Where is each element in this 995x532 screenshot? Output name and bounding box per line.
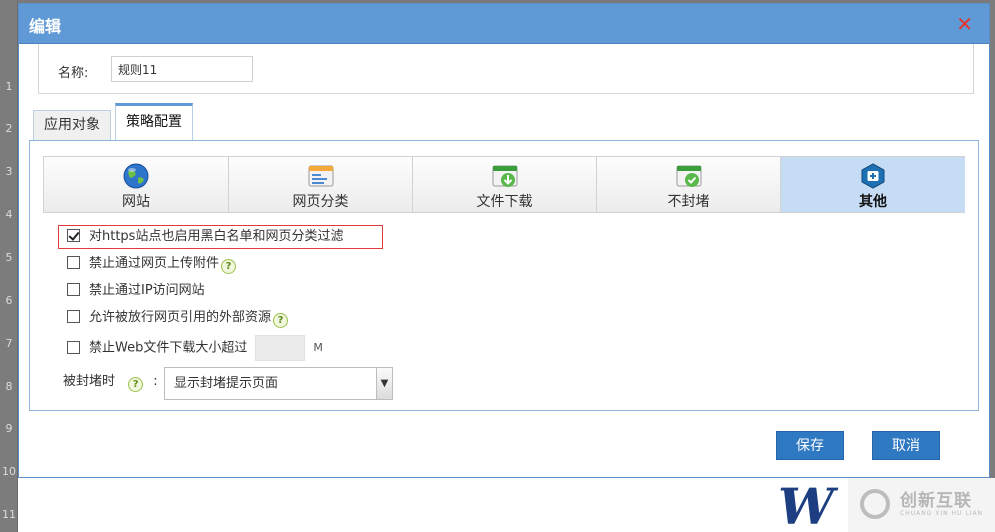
option-https-filter-checkbox[interactable] — [67, 229, 80, 242]
background-page-right-edge — [990, 0, 995, 532]
row-number: 7 — [5, 337, 13, 350]
chevron-down-icon[interactable]: ▼ — [376, 368, 392, 399]
globe-icon — [123, 163, 149, 189]
category-website[interactable]: 网站 — [44, 157, 229, 212]
category-file-download-label: 文件下载 — [476, 194, 533, 210]
row-number: 10 — [2, 465, 16, 478]
option-block-upload: 禁止通过网页上传附件? — [67, 253, 237, 275]
help-icon[interactable]: ? — [128, 377, 144, 392]
row-number: 11 — [2, 508, 16, 521]
watermark-brand: 创新互联 — [900, 491, 972, 511]
option-block-ip-access-checkbox[interactable] — [67, 283, 80, 296]
no-block-icon — [676, 165, 701, 187]
row-number: 5 — [5, 251, 13, 264]
category-bar: 网站 网页分类 文件下载 不封堵 其他 — [43, 156, 965, 213]
option-allow-external-resources-label: 允许被放行网页引用的外部资源 — [89, 310, 272, 325]
close-icon[interactable]: ✕ — [956, 12, 973, 36]
tab-policy-config[interactable]: 策略配置 — [115, 103, 193, 141]
category-other[interactable]: 其他 — [781, 157, 965, 212]
option-https-filter: 对https站点也启用黑白名单和网页分类过滤 — [67, 226, 343, 248]
blocked-action-selected-value: 显示封堵提示页面 — [174, 376, 279, 391]
watermark-logo: 创新互联 CHUANG XIN HU LIAN — [848, 478, 995, 532]
help-icon[interactable]: ? — [273, 313, 289, 328]
blocked-action-select[interactable]: 显示封堵提示页面 ▼ — [164, 367, 393, 400]
option-block-ip-access-label: 禁止通过IP访问网站 — [89, 283, 205, 298]
option-block-upload-checkbox[interactable] — [67, 256, 80, 269]
watermark-brand-sub: CHUANG XIN HU LIAN — [900, 510, 984, 517]
option-block-ip-access: 禁止通过IP访问网站 — [67, 280, 205, 302]
blocked-label: 被封堵时 — [63, 374, 116, 389]
row-number: 9 — [5, 422, 13, 435]
name-input[interactable] — [111, 56, 253, 82]
option-allow-external-resources-checkbox[interactable] — [67, 310, 80, 323]
save-button[interactable]: 保存 — [776, 431, 844, 460]
category-other-label: 其他 — [859, 194, 887, 210]
file-download-icon — [492, 165, 517, 187]
row-number: 8 — [5, 380, 13, 393]
category-file-download[interactable]: 文件下载 — [413, 157, 597, 212]
background-row-number-strip: 1 2 3 4 5 6 7 8 9 10 11 — [0, 0, 18, 532]
row-number: 4 — [5, 208, 13, 221]
name-label: 名称: — [58, 66, 89, 81]
webpage-category-icon — [308, 165, 333, 187]
edit-dialog: 编辑 ✕ 名称: 应用对象 策略配置 网站 — [18, 3, 990, 478]
watermark-area: W 创新互联 CHUANG XIN HU LIAN — [18, 478, 995, 532]
size-unit-label: M — [313, 341, 323, 354]
blocked-row: 被封堵时 ? : — [63, 366, 158, 398]
option-download-size-limit-checkbox[interactable] — [67, 340, 80, 354]
option-download-size-limit: 禁止Web文件下载大小超过 M — [67, 334, 323, 362]
category-no-block-label: 不封堵 — [667, 194, 710, 210]
category-webpage-class-label: 网页分类 — [292, 194, 349, 210]
other-settings-icon — [861, 163, 885, 189]
option-allow-external-resources: 允许被放行网页引用的外部资源? — [67, 307, 289, 329]
row-number: 1 — [5, 80, 13, 93]
row-number: 2 — [5, 122, 13, 135]
brand-logo-icon — [860, 489, 890, 519]
dialog-title: 编辑 — [29, 17, 62, 36]
help-icon[interactable]: ? — [221, 259, 237, 274]
dialog-titlebar: 编辑 ✕ — [19, 4, 989, 44]
option-block-upload-label: 禁止通过网页上传附件 — [89, 256, 220, 271]
row-number: 3 — [5, 165, 13, 178]
cancel-button[interactable]: 取消 — [872, 431, 940, 460]
policy-content-panel: 网站 网页分类 文件下载 不封堵 其他 对https站点也启用黑白名单和网页分类… — [29, 140, 979, 411]
option-https-filter-label: 对https站点也启用黑白名单和网页分类过滤 — [89, 229, 344, 244]
option-download-size-limit-label: 禁止Web文件下载大小超过 — [89, 340, 248, 356]
category-no-block[interactable]: 不封堵 — [597, 157, 781, 212]
category-website-label: 网站 — [122, 194, 150, 210]
watermark-letter: W — [778, 477, 835, 532]
tab-application-object[interactable]: 应用对象 — [33, 110, 111, 141]
blocked-colon: : — [153, 374, 158, 389]
category-webpage-class[interactable]: 网页分类 — [229, 157, 413, 212]
name-panel: 名称: — [38, 44, 974, 94]
download-size-input[interactable] — [255, 335, 306, 361]
row-number: 6 — [5, 294, 13, 307]
